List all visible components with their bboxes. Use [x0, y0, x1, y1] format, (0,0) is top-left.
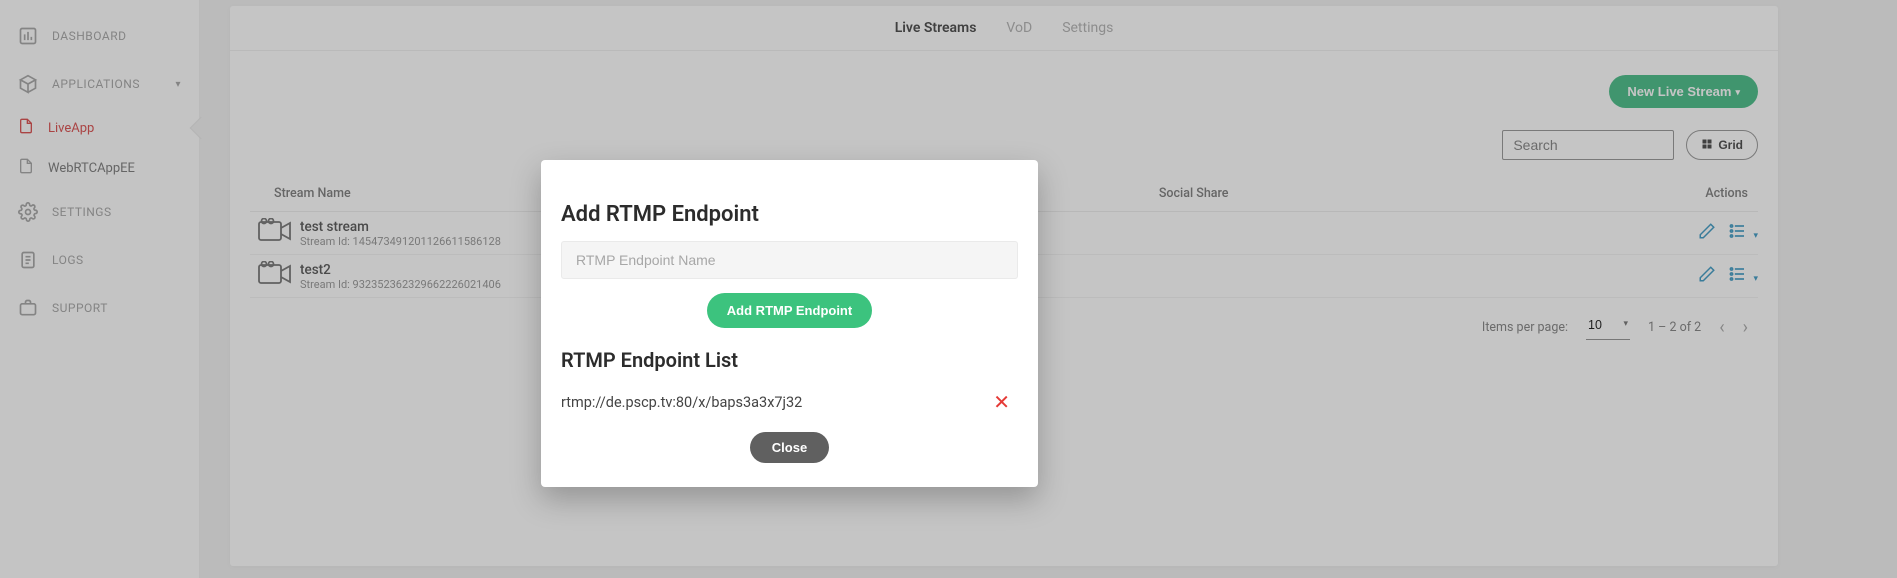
close-button[interactable]: Close	[750, 432, 829, 463]
delete-endpoint-icon[interactable]: ✕	[993, 390, 1010, 414]
add-rtmp-endpoint-button[interactable]: Add RTMP Endpoint	[707, 293, 872, 328]
rtmp-endpoint-input[interactable]	[561, 241, 1018, 279]
modal-title: Add RTMP Endpoint	[561, 202, 1018, 227]
rtmp-endpoint-modal: Add RTMP Endpoint Add RTMP Endpoint RTMP…	[541, 160, 1038, 487]
rtmp-endpoint-row: rtmp://de.pscp.tv:80/x/baps3a3x7j32 ✕	[561, 386, 1018, 418]
rtmp-endpoint-url: rtmp://de.pscp.tv:80/x/baps3a3x7j32	[561, 394, 802, 411]
rtmp-list-title: RTMP Endpoint List	[561, 348, 1018, 372]
